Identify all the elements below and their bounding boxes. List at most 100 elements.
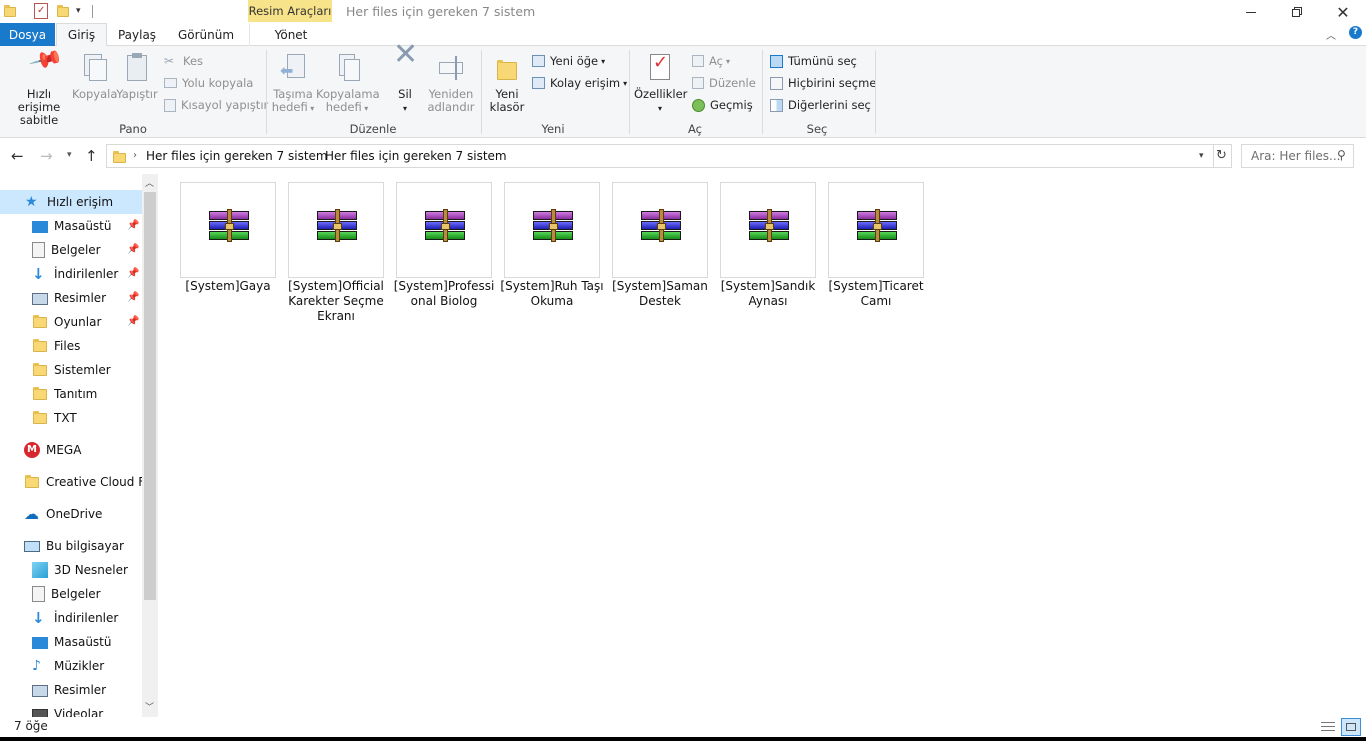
folder-icon [32,410,48,426]
edit-button[interactable]: Düzenle [692,74,756,92]
sidebar-scrollbar-thumb[interactable] [144,192,156,600]
paste-shortcut-button[interactable]: Kısayol yapıştır [164,96,268,114]
collapse-ribbon-icon[interactable]: ︿ [1326,27,1336,42]
search-input[interactable]: Ara: Her files... [1251,149,1340,163]
sidebar-item-this-pc[interactable]: Bu bilgisayar [24,534,124,558]
details-view-icon[interactable] [1321,720,1337,734]
new-item-button[interactable]: Yeni öğe ▾ [532,52,605,70]
scroll-down-icon[interactable]: ﹀ [145,700,154,713]
search-box[interactable]: Ara: Her files... ⚲ [1241,144,1354,168]
properties-button[interactable]: ✓ Özellikler ▾ [634,52,687,115]
restore-button[interactable] [1274,0,1320,24]
open-button[interactable]: Aç ▾ [692,52,730,70]
file-name-label[interactable]: [System]Professi onal Biolog [392,279,496,309]
tab-manage[interactable]: Yönet [249,23,332,46]
paste-button[interactable]: Yapıştır [116,52,158,101]
sidebar-item-documents[interactable]: Belgeler [32,238,101,262]
copy-label: Kopyala [72,87,118,101]
winrar-archive-icon [423,209,467,245]
file-name-label[interactable]: [System]Sandık Aynası [716,279,820,309]
tab-home[interactable]: Giriş [56,23,107,47]
minimize-button[interactable] [1228,0,1274,24]
up-arrow-icon[interactable]: ↑ [85,147,98,165]
refresh-button[interactable]: ↻ [1212,144,1232,168]
address-history-chevron-down-icon[interactable]: ▾ [1199,151,1204,161]
file-tile[interactable] [504,182,600,278]
sidebar-item-downloads[interactable]: ↓ İndirilenler [32,262,118,286]
breadcrumb-item[interactable]: Her files için gereken 7 sistem [325,149,507,163]
easy-access-button[interactable]: Kolay erişim ▾ [532,74,627,92]
sidebar-item-creative-cloud[interactable]: Creative Cloud Files [24,470,158,494]
file-name-label[interactable]: [System]Saman Destek [608,279,712,309]
recent-locations-icon[interactable]: ▾ [67,150,72,160]
file-tile[interactable] [396,182,492,278]
new-folder-qa-icon[interactable] [57,4,71,18]
history-button[interactable]: Geçmiş [692,96,753,114]
copy-to-button[interactable]: Kopyalama hedefi ▾ [316,52,380,115]
cut-button[interactable]: ✂ Kes [164,52,203,70]
file-name-line: [System]Official [288,279,384,293]
group-label-open: Aç [688,122,702,136]
forward-arrow-icon[interactable]: → [40,147,53,165]
invert-selection-button[interactable]: Diğerlerini seç [770,96,871,114]
file-tile[interactable] [828,182,924,278]
tab-file[interactable]: Dosya [0,23,55,46]
sidebar-item-music[interactable]: ♪ Müzikler [32,654,104,678]
rename-button[interactable]: Yeniden adlandır [426,52,476,114]
copy-button[interactable]: Kopyala [72,52,118,101]
pin-icon: 📌 [127,316,140,327]
sidebar-item-oyunlar[interactable]: Oyunlar [32,310,101,334]
sidebar-item-label: İndirilenler [54,611,119,625]
sidebar-item-mega[interactable]: M MEGA [24,438,81,462]
sidebar-item-sistemler[interactable]: Sistemler [32,358,111,382]
address-bar[interactable]: › Her files için gereken 7 sistem › Her … [106,144,1214,168]
sidebar-item-tanitim[interactable]: Tanıtım [32,382,97,406]
select-none-button[interactable]: Hiçbirini seçme [770,74,876,92]
scroll-up-icon[interactable]: ︿ [145,176,154,189]
tab-share[interactable]: Paylaş [112,23,162,46]
move-to-button[interactable]: ⬅ Taşıma hedefi ▾ [270,52,316,115]
back-arrow-icon[interactable]: ← [11,147,24,165]
help-icon[interactable]: ? [1349,26,1362,39]
file-name-label[interactable]: [System]Official Karekter Seçme Ekranı [284,279,388,324]
close-button[interactable]: ✕ [1320,0,1366,24]
tab-view[interactable]: Görünüm [172,23,240,46]
cut-label: Kes [183,54,204,68]
group-separator [762,50,763,134]
sidebar-item-documents-pc[interactable]: Belgeler [32,582,101,606]
qa-customize-icon[interactable]: ▾ [76,6,90,20]
sidebar-item-txt[interactable]: TXT [32,406,77,430]
sidebar-item-downloads-pc[interactable]: ↓ İndirilenler [32,606,118,630]
copy-icon [78,52,110,84]
file-tile[interactable] [180,182,276,278]
sidebar-item-pictures-pc[interactable]: Resimler [32,678,106,702]
search-icon[interactable]: ⚲ [1337,148,1346,162]
file-tile[interactable] [288,182,384,278]
properties-qa-icon[interactable]: ✓ [34,3,48,19]
new-folder-button[interactable]: Yeni klasör [486,52,528,114]
sidebar-item-onedrive[interactable]: ☁ OneDrive [24,502,102,526]
breadcrumb-item[interactable]: Her files için gereken 7 sistem [146,149,328,163]
sidebar-item-desktop[interactable]: Masaüstü [32,214,111,238]
sidebar-item-label: Files [54,339,81,353]
sidebar-item-label: Masaüstü [54,635,112,649]
sidebar-item-pictures[interactable]: Resimler [32,286,106,310]
delete-button[interactable]: ✕ Sil ▾ [386,40,424,115]
large-icons-view-icon[interactable] [1341,718,1361,736]
copy-path-button[interactable]: Yolu kopyala [164,74,253,92]
sidebar-item-videos[interactable]: Videolar [32,702,103,717]
winrar-archive-icon [207,209,251,245]
sidebar-item-label: İndirilenler [54,267,119,281]
file-name-label[interactable]: [System]Ruh Taşı Okuma [500,279,604,309]
file-name-label[interactable]: [System]Gaya [176,279,280,294]
sidebar-item-desktop-pc[interactable]: Masaüstü [32,630,111,654]
select-all-button[interactable]: Tümünü seç [770,52,857,70]
sidebar-item-files[interactable]: Files [32,334,80,358]
pin-quick-access-button[interactable]: 📌 Hızlı erişime sabitle [6,43,72,127]
sidebar-item-quick-access[interactable]: ★ Hızlı erişim [0,190,142,214]
file-tile[interactable] [612,182,708,278]
file-name-label[interactable]: [System]Ticaret Camı [824,279,928,309]
folder-icon [32,362,48,378]
file-tile[interactable] [720,182,816,278]
sidebar-item-3d-objects[interactable]: 3D Nesneler [32,558,128,582]
